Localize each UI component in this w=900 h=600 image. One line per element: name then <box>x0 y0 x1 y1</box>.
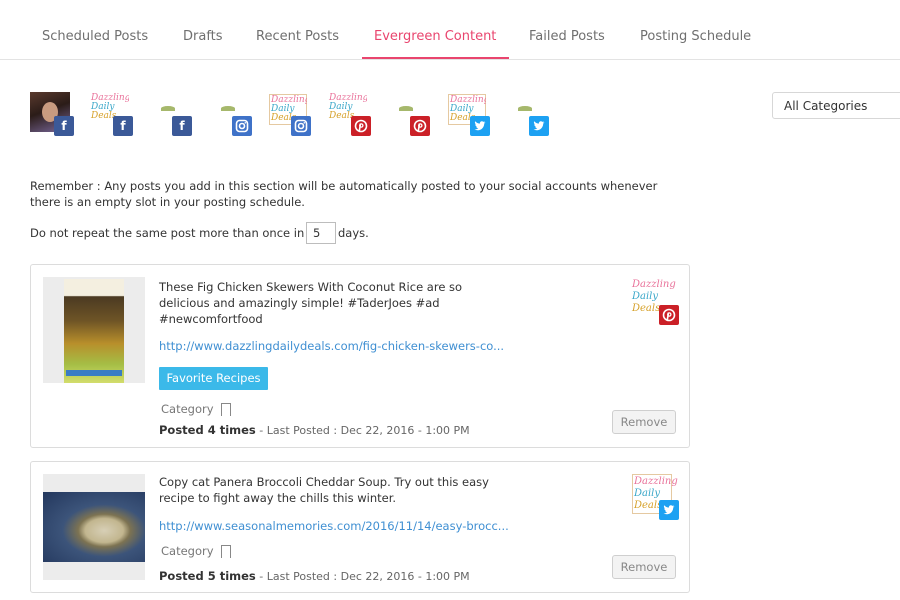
remove-button[interactable]: Remove <box>612 410 676 434</box>
seasonal-memories-logo <box>508 106 542 112</box>
account-avatar[interactable] <box>208 92 252 136</box>
last-posted: - Last Posted : Dec 22, 2016 - 1:00 PM <box>255 424 470 437</box>
repeat-label: Do not repeat the same post more than on… <box>30 226 305 240</box>
post-account-avatar: Dazzling Daily Deals <box>632 279 679 325</box>
posted-count: Posted 5 times <box>159 569 256 583</box>
post-link[interactable]: http://www.seasonalmemories.com/2016/11/… <box>159 519 509 533</box>
post-thumbnail <box>43 277 145 383</box>
account-avatar[interactable] <box>505 92 549 136</box>
account-avatar[interactable] <box>386 92 430 136</box>
tab-failed-posts[interactable]: Failed Posts <box>529 29 605 44</box>
pinterest-icon <box>351 116 371 136</box>
facebook-icon: f <box>172 116 192 136</box>
post-text: Copy cat Panera Broccoli Cheddar Soup. T… <box>159 475 489 505</box>
post-link[interactable]: http://www.dazzlingdailydeals.com/fig-ch… <box>159 339 504 353</box>
repeat-days-input[interactable]: 5 <box>306 222 336 244</box>
tab-scheduled-posts[interactable]: Scheduled Posts <box>42 29 148 44</box>
pinterest-icon <box>410 116 430 136</box>
account-avatar[interactable]: f <box>30 92 74 136</box>
facebook-icon: f <box>113 116 133 136</box>
tab-bar: Scheduled Posts Drafts Recent Posts Ever… <box>0 0 900 60</box>
active-tab-indicator <box>362 57 509 59</box>
post-thumbnail <box>43 474 145 580</box>
account-avatar[interactable]: Dazzling Daily Deals <box>446 92 490 136</box>
twitter-icon <box>470 116 490 136</box>
posted-info: Posted 4 times - Last Posted : Dec 22, 2… <box>159 423 470 437</box>
remove-button[interactable]: Remove <box>612 555 676 579</box>
tab-evergreen-content[interactable]: Evergreen Content <box>374 29 496 44</box>
post-account-avatar: Dazzling Daily Deals <box>632 474 679 520</box>
bookmark-icon[interactable] <box>221 403 231 417</box>
tab-drafts[interactable]: Drafts <box>183 29 223 44</box>
evergreen-notice: Remember : Any posts you add in this sec… <box>30 179 658 209</box>
account-avatar[interactable]: Dazzling Daily Deals f <box>89 92 133 136</box>
twitter-icon <box>659 500 679 520</box>
post-card: These Fig Chicken Skewers With Coconut R… <box>30 264 690 448</box>
instagram-icon <box>232 116 252 136</box>
last-posted: - Last Posted : Dec 22, 2016 - 1:00 PM <box>255 570 470 583</box>
category-label[interactable]: Category <box>161 402 214 416</box>
posted-info: Posted 5 times - Last Posted : Dec 22, 2… <box>159 569 470 583</box>
category-label[interactable]: Category <box>161 544 214 558</box>
category-tag-button[interactable]: Favorite Recipes <box>159 367 268 390</box>
bookmark-icon[interactable] <box>221 545 231 559</box>
twitter-icon <box>529 116 549 136</box>
account-avatar[interactable]: Dazzling Daily Deals <box>267 92 311 136</box>
category-select[interactable]: All Categories <box>772 92 900 119</box>
account-avatar[interactable]: f <box>148 92 192 136</box>
pinterest-icon <box>659 305 679 325</box>
tab-recent-posts[interactable]: Recent Posts <box>256 29 339 44</box>
seasonal-memories-logo <box>211 106 245 112</box>
facebook-icon: f <box>54 116 74 136</box>
seasonal-memories-logo <box>389 106 423 112</box>
account-avatar[interactable]: Dazzling Daily Deals <box>327 92 371 136</box>
post-card: Copy cat Panera Broccoli Cheddar Soup. T… <box>30 461 690 593</box>
tab-posting-schedule[interactable]: Posting Schedule <box>640 29 751 44</box>
posted-count: Posted 4 times <box>159 423 256 437</box>
post-text: These Fig Chicken Skewers With Coconut R… <box>159 280 463 326</box>
seasonal-memories-logo <box>151 106 185 112</box>
repeat-days-suffix: days. <box>338 226 369 240</box>
instagram-icon <box>291 116 311 136</box>
